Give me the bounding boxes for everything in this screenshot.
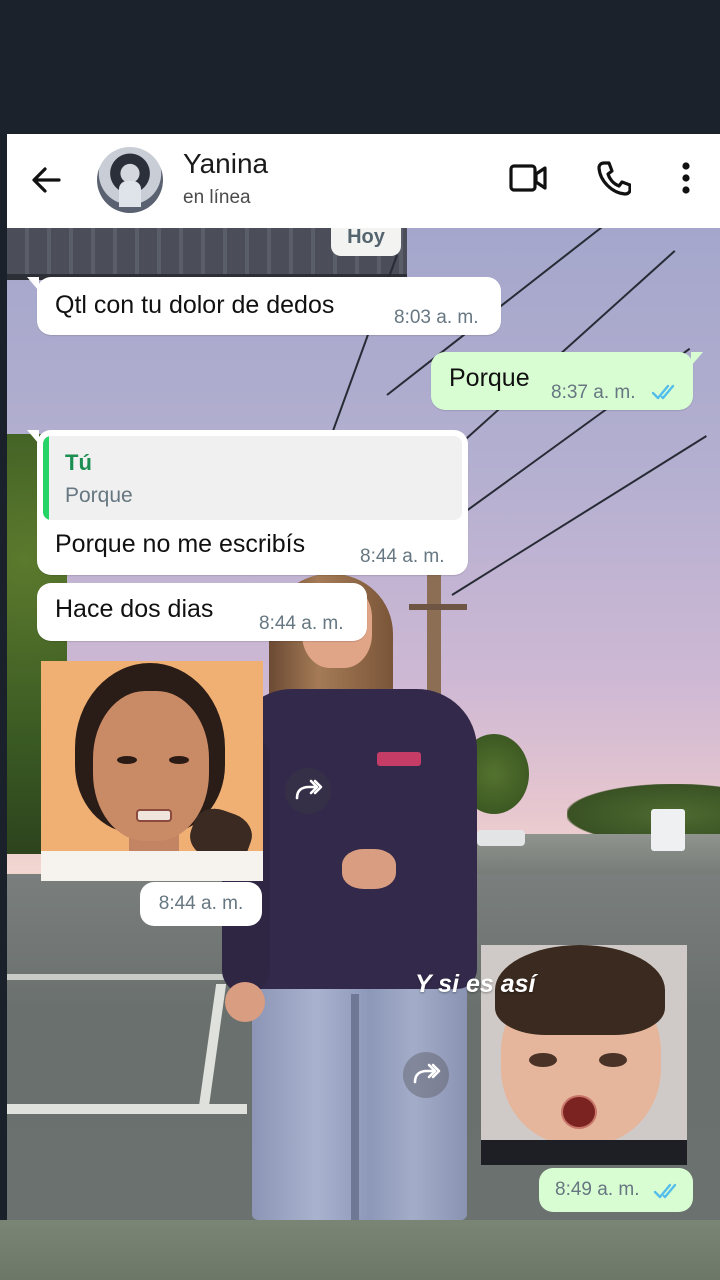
sticker-mouth (136, 809, 172, 822)
wallpaper-trees-far (567, 784, 720, 834)
message-text: Porque no me escribís (55, 530, 306, 558)
sticker-time: 8:49 a. m. (555, 1179, 640, 1200)
sticker-shirt (481, 1140, 687, 1165)
message-text: Qtl con tu dolor de dedos (55, 291, 335, 319)
bottom-frame (0, 1220, 720, 1280)
wallpaper-shirt-logo (377, 752, 421, 766)
wallpaper-line (7, 974, 247, 980)
wallpaper-pole-bar (409, 604, 467, 610)
quote-accent-bar (43, 436, 49, 520)
sticker-eye (529, 1053, 557, 1067)
message-text: Hace dos dias (55, 595, 214, 623)
message-text: Porque (449, 364, 530, 392)
sticker-eye (599, 1053, 627, 1067)
phone-icon[interactable] (595, 158, 631, 198)
sticker-caption: Y si es así (415, 970, 536, 998)
wallpaper-truck (651, 809, 685, 851)
chat-header: Yanina en línea (7, 134, 720, 228)
quote-text: Porque (65, 484, 133, 507)
sticker-eye (169, 756, 189, 764)
sticker-incoming[interactable] (41, 661, 263, 881)
sticker-shirt (41, 851, 263, 881)
top-frame (0, 0, 720, 134)
sticker-time-chip: 8:49 a. m. (539, 1168, 693, 1212)
wallpaper-woman-hand (342, 849, 396, 889)
sticker-time: 8:44 a. m. (140, 882, 262, 926)
video-call-icon[interactable] (507, 160, 549, 196)
contact-status: en línea (183, 187, 251, 208)
quote-author: Tú (65, 450, 92, 475)
message-incoming[interactable]: Hace dos dias 8:44 a. m. (37, 583, 367, 641)
contact-avatar[interactable] (97, 147, 163, 213)
wallpaper-line (7, 1104, 247, 1114)
contact-name[interactable]: Yanina (183, 148, 268, 180)
forward-icon[interactable] (285, 768, 331, 814)
quoted-message[interactable]: Tú Porque (43, 436, 462, 520)
message-time: 8:44 a. m. (360, 546, 445, 567)
wallpaper-cars (477, 830, 525, 846)
message-outgoing[interactable]: Porque 8:37 a. m. (431, 352, 703, 410)
wallpaper-woman-jeans-gap (351, 994, 359, 1220)
sticker-eye (117, 756, 137, 764)
read-receipt-icon (651, 384, 675, 400)
message-incoming[interactable]: Qtl con tu dolor de dedos 8:03 a. m. (27, 277, 501, 335)
forward-icon[interactable] (403, 1052, 449, 1098)
read-receipt-icon (653, 1183, 677, 1199)
sticker-mouth (561, 1095, 597, 1129)
back-arrow-icon[interactable] (29, 162, 69, 198)
more-vert-icon[interactable] (671, 158, 701, 198)
wallpaper-woman-hand (225, 982, 265, 1022)
chat-screen: Yanina en línea Hoy Qtl con tu dolor de … (7, 134, 720, 1220)
message-time: 8:44 a. m. (259, 613, 344, 634)
message-incoming-reply[interactable]: Tú Porque Porque no me escribís 8:44 a. … (27, 430, 468, 575)
message-time: 8:37 a. m. (551, 382, 636, 403)
message-time: 8:03 a. m. (394, 307, 479, 328)
